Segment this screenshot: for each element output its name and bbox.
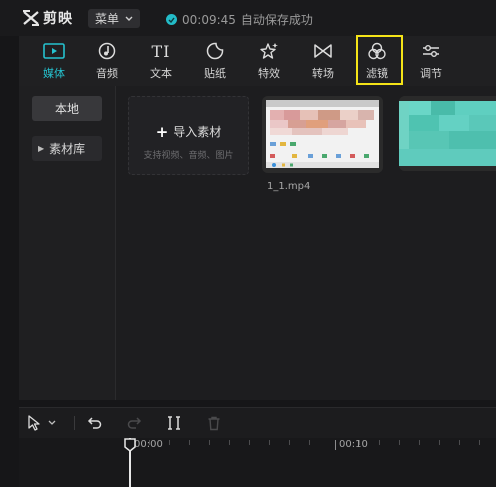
media-clip-thumbnail[interactable]: [399, 96, 496, 171]
adjust-icon: [423, 45, 439, 57]
tab-audio-label: 音频: [96, 67, 118, 80]
import-media-card[interactable]: + 导入素材 支持视频、音频、图片: [128, 96, 249, 175]
chevron-down-icon: [125, 16, 133, 21]
effects-icon: [260, 43, 278, 59]
transition-icon: [314, 44, 332, 58]
media-clip-thumbnail[interactable]: [262, 96, 383, 173]
delete-icon: [208, 416, 220, 430]
tab-text-label: 文本: [150, 67, 172, 80]
clip-preview-image: [262, 96, 383, 173]
tab-effects[interactable]: 特效: [242, 36, 296, 86]
menu-label: 菜单: [94, 12, 119, 26]
split-icon: [168, 416, 180, 430]
ruler-start-label: 00:00: [134, 439, 163, 450]
tab-adjust[interactable]: 调节: [404, 36, 458, 86]
media-grid: + 导入素材 支持视频、音频、图片 1_1.mp4: [116, 86, 496, 400]
toolbar-divider: [74, 416, 75, 430]
tab-audio[interactable]: 音频: [80, 36, 134, 86]
tab-effects-label: 特效: [258, 67, 280, 80]
import-hint: 支持视频、音频、图片: [143, 151, 234, 161]
select-tool-button[interactable]: [27, 415, 56, 431]
save-status: 00:09:45 自动保存成功: [166, 11, 313, 28]
media-source-panel: 本地 ▶ 素材库: [19, 86, 116, 400]
sticker-icon: [206, 42, 224, 60]
tab-transition[interactable]: 转场: [296, 36, 350, 86]
tab-sticker[interactable]: 贴纸: [188, 36, 242, 86]
timeline-ruler[interactable]: 00:00 00:10: [19, 438, 496, 487]
filter-highlight-box: [356, 35, 403, 85]
menu-button[interactable]: 菜单: [88, 9, 140, 28]
title-bar: 剪映 菜单 00:09:45 自动保存成功: [0, 0, 496, 36]
check-circle-icon: [166, 14, 177, 25]
chevron-down-icon: [48, 420, 56, 425]
library-item[interactable]: ▶ 素材库: [32, 136, 102, 161]
ruler-mark-label: 00:10: [339, 439, 368, 450]
select-icon: [28, 415, 40, 431]
tab-media[interactable]: 媒体: [27, 36, 81, 86]
jianying-logo-icon: [23, 10, 39, 26]
plus-icon: +: [155, 122, 169, 141]
playhead-handle-icon[interactable]: [123, 438, 137, 452]
app-logo: 剪映: [22, 8, 73, 28]
audio-icon: [98, 42, 116, 60]
text-icon: TI: [151, 41, 171, 61]
app-name: 剪映: [43, 11, 73, 27]
clip-filename: 1_1.mp4: [267, 181, 311, 192]
library-label: 素材库: [49, 142, 86, 156]
import-label: 导入素材: [173, 125, 222, 139]
save-text: 自动保存成功: [240, 13, 313, 27]
split-button[interactable]: [167, 415, 181, 431]
media-icon: [43, 43, 65, 59]
tab-sticker-label: 贴纸: [204, 67, 226, 80]
local-button[interactable]: 本地: [32, 96, 102, 121]
tab-transition-label: 转场: [312, 67, 334, 80]
tab-text[interactable]: TI 文本: [134, 36, 188, 86]
tab-media-label: 媒体: [43, 67, 65, 80]
tab-adjust-label: 调节: [420, 67, 442, 80]
redo-icon: [127, 417, 142, 429]
redo-button[interactable]: [127, 415, 142, 431]
save-time: 00:09:45: [182, 12, 236, 27]
local-label: 本地: [54, 102, 79, 116]
undo-button[interactable]: [87, 415, 102, 431]
delete-button[interactable]: [207, 415, 221, 431]
caret-right-icon: ▶: [38, 144, 45, 153]
main-toolbar: 媒体 音频 TI 文本 贴纸 特效 转场 滤镜 调节: [19, 36, 496, 87]
timeline-toolbar: [19, 407, 496, 438]
undo-icon: [87, 417, 102, 429]
clip-preview-image: [399, 96, 496, 171]
